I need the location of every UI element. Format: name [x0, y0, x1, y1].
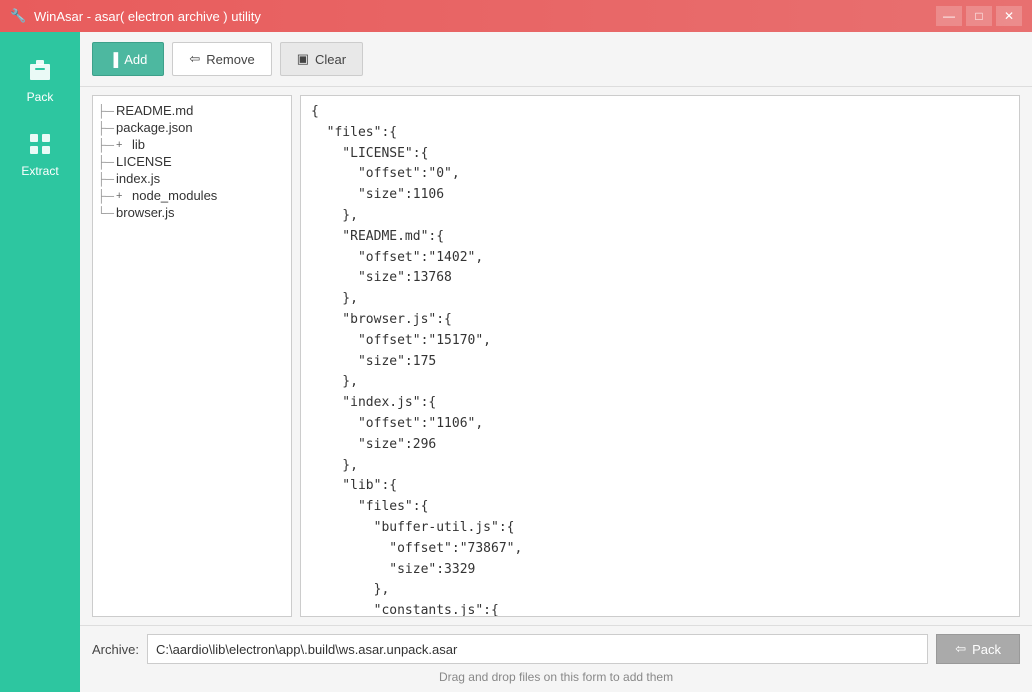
- pack-label: Pack: [27, 90, 54, 104]
- clear-label: Clear: [315, 52, 346, 67]
- pack-label: Pack: [972, 642, 1001, 657]
- list-item: ├─ LICENSE: [97, 153, 287, 170]
- json-viewer[interactable]: { "files":{ "LICENSE":{ "offset":"0", "s…: [300, 95, 1020, 617]
- sidebar-item-pack[interactable]: Pack: [0, 42, 80, 116]
- app-icon: 🔧: [10, 8, 26, 24]
- drop-hint: Drag and drop files on this form to add …: [92, 670, 1020, 684]
- list-item: ├─ + node_modules: [97, 187, 287, 204]
- sidebar-item-extract[interactable]: Extract: [0, 116, 80, 190]
- remove-label: Remove: [206, 52, 254, 67]
- bottom-bar: Archive: ⇦ Pack Drag and drop files on t…: [80, 625, 1032, 692]
- extract-icon: [24, 128, 56, 160]
- extract-label: Extract: [21, 164, 58, 178]
- title-bar: 🔧 WinAsar - asar( electron archive ) uti…: [0, 0, 1032, 32]
- content-area: ▐ Add ⇦ Remove ▣ Clear ├─ README.md ├: [80, 32, 1032, 692]
- window-controls: — □ ✕: [936, 6, 1022, 26]
- list-item: ├─ + lib: [97, 136, 287, 153]
- minimize-button[interactable]: —: [936, 6, 962, 26]
- archive-label: Archive:: [92, 642, 139, 657]
- maximize-button[interactable]: □: [966, 6, 992, 26]
- window-title: WinAsar - asar( electron archive ) utili…: [34, 9, 936, 24]
- add-label: Add: [124, 52, 147, 67]
- list-item: ├─ README.md: [97, 102, 287, 119]
- close-button[interactable]: ✕: [996, 6, 1022, 26]
- archive-input[interactable]: [147, 634, 928, 664]
- clear-button[interactable]: ▣ Clear: [280, 42, 363, 76]
- toolbar: ▐ Add ⇦ Remove ▣ Clear: [80, 32, 1032, 87]
- add-button[interactable]: ▐ Add: [92, 42, 164, 76]
- main-panel: ├─ README.md ├─ package.json ├─ + lib ├─…: [80, 87, 1032, 625]
- list-item: ├─ package.json: [97, 119, 287, 136]
- sidebar: Pack Extract: [0, 32, 80, 692]
- clear-icon: ▣: [297, 51, 309, 67]
- pack-button[interactable]: ⇦ Pack: [936, 634, 1020, 664]
- pack-icon: ⇦: [955, 641, 966, 657]
- pack-icon: [24, 54, 56, 86]
- add-icon: ▐: [109, 52, 118, 67]
- list-item: └─ browser.js: [97, 204, 287, 221]
- app-body: Pack Extract ▐ Add ⇦ Remove: [0, 32, 1032, 692]
- remove-icon: ⇦: [189, 51, 200, 67]
- remove-button[interactable]: ⇦ Remove: [172, 42, 271, 76]
- file-tree[interactable]: ├─ README.md ├─ package.json ├─ + lib ├─…: [92, 95, 292, 617]
- list-item: ├─ index.js: [97, 170, 287, 187]
- archive-row: Archive: ⇦ Pack: [92, 634, 1020, 664]
